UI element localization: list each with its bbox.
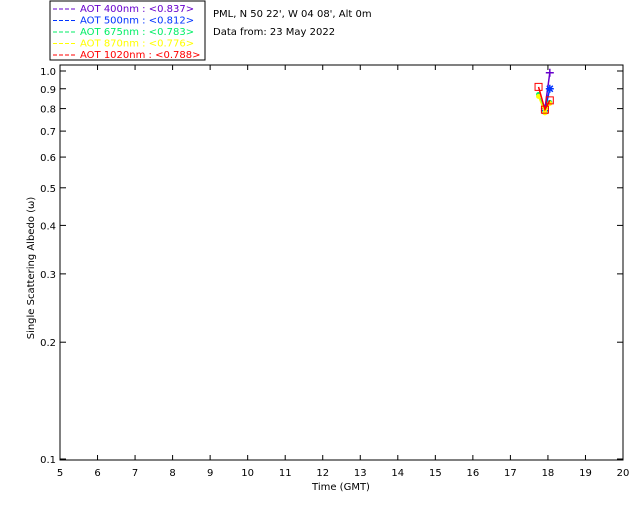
legend-entry: AOT 1020nm : <0.788>: [80, 50, 200, 61]
x-axis-label: Time (GMT): [311, 482, 370, 493]
x-tick-label: 15: [429, 468, 442, 479]
axes: 5 6 7 8 9 10 11 12 13 14 15 16 17 18 19 20 0.1 0.2 0.3 0.4 0…: [40, 65, 629, 479]
x-tick-label: 19: [579, 468, 592, 479]
legend-entry: AOT 500nm : <0.812>: [80, 16, 194, 27]
x-tick-label: 8: [169, 468, 175, 479]
legend-entry: AOT 675nm : <0.783>: [80, 27, 194, 38]
y-tick-label: 0.4: [40, 221, 56, 232]
x-tick-label: 11: [279, 468, 292, 479]
date-info: Data from: 23 May 2022: [213, 27, 335, 38]
x-tick-label: 12: [316, 468, 329, 479]
x-tick-label: 7: [132, 468, 138, 479]
data-point: [545, 84, 554, 93]
y-axis-label: Single Scattering Albedo (ω): [26, 197, 37, 340]
marks: [534, 68, 554, 116]
y-tick-label: 1.0: [40, 67, 56, 78]
y-tick-label: 0.1: [40, 455, 56, 466]
x-tick-label: 17: [504, 468, 517, 479]
y-tick-label: 0.6: [40, 153, 56, 164]
y-tick-label: 0.2: [40, 338, 56, 349]
site-info: PML, N 50 22', W 04 08', Alt 0m: [213, 9, 372, 20]
y-tick-label: 0.7: [40, 127, 56, 138]
x-tick-label: 13: [354, 468, 367, 479]
x-tick-label: 9: [207, 468, 213, 479]
legend-entry: AOT 400nm : <0.837>: [80, 4, 194, 15]
y-tick-label: 0.8: [40, 105, 56, 116]
y-tick-label: 0.5: [40, 184, 56, 195]
y-tick-label: 0.3: [40, 270, 56, 281]
x-tick-label: 10: [241, 468, 254, 479]
x-tick-label: 5: [57, 468, 63, 479]
x-tick-label: 6: [94, 468, 100, 479]
x-tick-label: 20: [617, 468, 630, 479]
legend-entry: AOT 870nm : <0.776>: [80, 39, 194, 50]
x-tick-label: 14: [391, 468, 404, 479]
x-tick-label: 18: [542, 468, 555, 479]
data-point: [545, 68, 554, 77]
x-tick-label: 16: [466, 468, 479, 479]
plot-frame: [59, 64, 624, 461]
chart: AOT 400nm : <0.837>AOT 500nm : <0.812>AO…: [26, 0, 629, 493]
y-tick-label: 0.9: [40, 85, 56, 96]
